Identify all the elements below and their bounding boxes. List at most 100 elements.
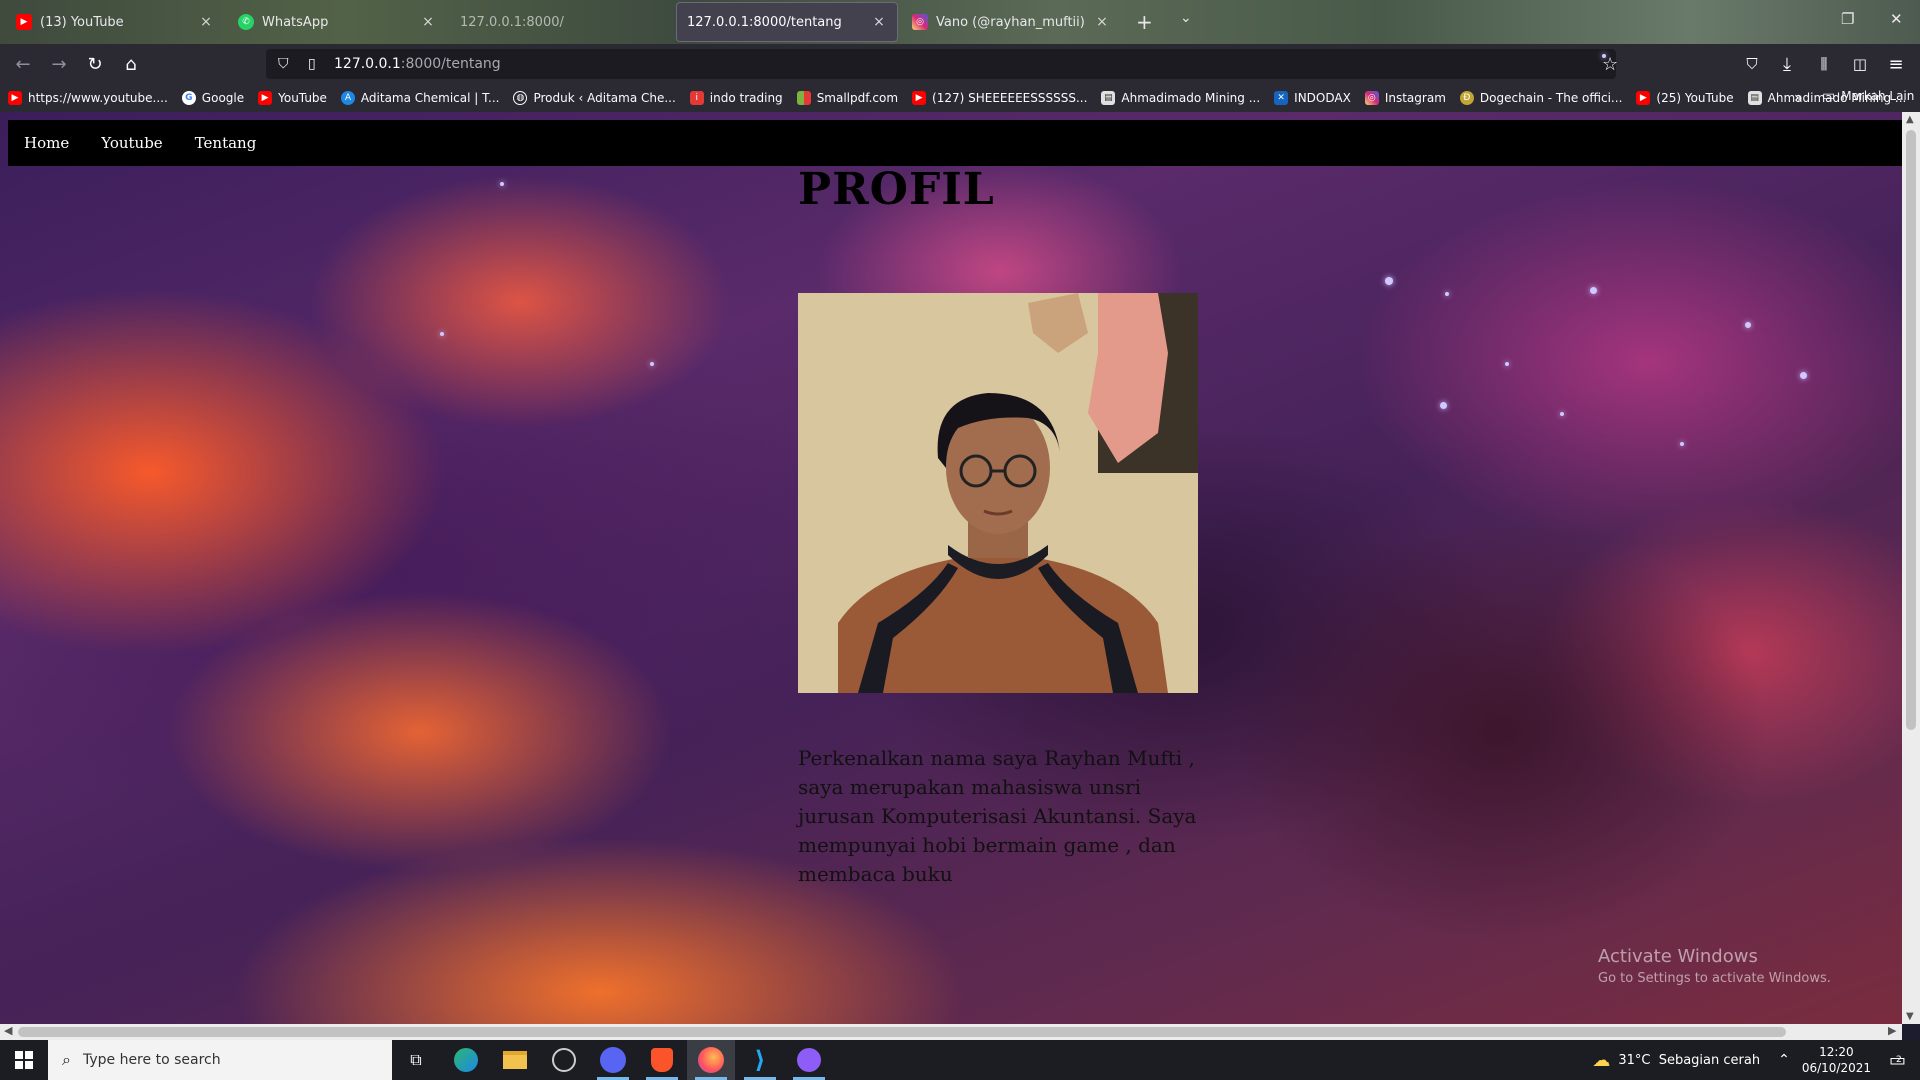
discord-icon[interactable] xyxy=(589,1040,637,1080)
obs-icon[interactable] xyxy=(540,1040,588,1080)
bookmark-item[interactable]: Smallpdf.com xyxy=(796,91,898,105)
reload-icon[interactable]: ↻ xyxy=(81,50,109,78)
github-desktop-icon[interactable] xyxy=(785,1040,833,1080)
bookmark-label: INDODAX xyxy=(1294,91,1351,105)
weather-text[interactable]: 31°C Sebagian cerah xyxy=(1618,1053,1760,1068)
bookmark-item[interactable]: ✕ INDODAX xyxy=(1274,91,1351,105)
sidebar-icon[interactable]: ◫ xyxy=(1846,50,1874,78)
notification-icon[interactable]: ▭ 2 xyxy=(1889,1050,1906,1071)
other-bookmarks[interactable]: ▭ Markah Lain xyxy=(1822,88,1914,104)
close-window-icon[interactable]: ✕ xyxy=(1890,10,1903,28)
star-decoration xyxy=(1440,402,1447,409)
tab-close-icon[interactable]: × xyxy=(871,14,887,30)
tab-label: 127.0.0.1:8000/ xyxy=(460,14,564,30)
tab-localhost[interactable]: 127.0.0.1:8000/ xyxy=(450,2,668,42)
star-decoration xyxy=(1505,362,1509,366)
tab-close-icon[interactable]: × xyxy=(198,14,214,30)
url-host: 127.0.0.1 xyxy=(334,56,401,72)
vertical-scrollbar[interactable]: ▲ ▼ xyxy=(1902,112,1920,1024)
tab-instagram[interactable]: ◎ Vano (@rayhan_muftii) • Foto d × xyxy=(902,2,1120,42)
tab-label: WhatsApp xyxy=(262,14,329,30)
tab-whatsapp[interactable]: ✆ WhatsApp × xyxy=(228,2,446,42)
restore-window-icon[interactable]: ❐ xyxy=(1841,10,1854,28)
edge-icon[interactable] xyxy=(442,1040,490,1080)
task-view-icon[interactable]: ⧉ xyxy=(392,1040,440,1080)
site-navbar: Home Youtube Tentang xyxy=(8,120,1902,166)
tab-list-icon[interactable]: ⌄ xyxy=(1180,10,1192,26)
forward-icon[interactable]: → xyxy=(45,50,73,78)
bookmark-item[interactable]: i indo trading xyxy=(689,91,783,105)
chevron-up-icon[interactable]: ⌃ xyxy=(1778,1052,1790,1068)
weather-icon[interactable]: ☁ xyxy=(1592,1050,1610,1071)
file-explorer-icon[interactable] xyxy=(491,1040,539,1080)
bookmark-item[interactable]: ▶ (127) SHEEEEEESSSSSS... xyxy=(912,91,1087,105)
vertical-scroll-thumb[interactable] xyxy=(1906,130,1916,730)
indo-trading-icon: i xyxy=(689,91,704,105)
nav-link-youtube[interactable]: Youtube xyxy=(101,134,162,152)
address-bar[interactable]: ⛉ ▯ 127.0.0.1:8000/tentang ☆ xyxy=(266,49,1618,79)
bookmark-item[interactable]: G Google xyxy=(181,91,245,105)
back-icon[interactable]: ← xyxy=(9,50,37,78)
nav-link-tentang[interactable]: Tentang xyxy=(195,134,257,152)
horizontal-scroll-thumb[interactable] xyxy=(18,1027,1786,1037)
nav-link-home[interactable]: Home xyxy=(24,134,69,152)
bookmark-item[interactable]: ◎ Instagram xyxy=(1364,91,1446,105)
tab-youtube[interactable]: ▶ (13) YouTube × xyxy=(6,2,224,42)
star-decoration xyxy=(1445,292,1449,296)
youtube-icon: ▶ xyxy=(912,91,927,105)
vscode-icon[interactable]: ⟩ xyxy=(736,1040,784,1080)
bookmark-item[interactable]: ▶ (25) YouTube xyxy=(1636,91,1734,105)
star-decoration xyxy=(1560,412,1564,416)
tab-close-icon[interactable]: × xyxy=(420,14,436,30)
url-text[interactable]: 127.0.0.1:8000/tentang xyxy=(334,56,501,72)
tab-tentang[interactable]: 127.0.0.1:8000/tentang × xyxy=(676,2,898,42)
firefox-icon[interactable] xyxy=(687,1040,735,1080)
brave-icon[interactable] xyxy=(638,1040,686,1080)
bookmark-item[interactable]: ▶ YouTube xyxy=(258,91,327,105)
search-icon: ⌕ xyxy=(62,1050,71,1069)
library-icon[interactable]: ⫼ xyxy=(1810,50,1838,78)
bookmark-item[interactable]: ▶ https://www.youtube.... xyxy=(8,91,168,105)
clock[interactable]: 12:20 06/10/2021 xyxy=(1802,1044,1871,1076)
new-tab-button[interactable]: + xyxy=(1136,10,1153,34)
bookmark-star-icon[interactable]: ☆ xyxy=(1602,54,1618,75)
scroll-down-icon[interactable]: ▼ xyxy=(1906,1011,1914,1022)
bookmark-label: Produk ‹ Aditama Che... xyxy=(533,91,676,105)
bookmark-item[interactable]: A Aditama Chemical | T... xyxy=(340,91,500,105)
clock-date: 06/10/2021 xyxy=(1801,1061,1871,1075)
scroll-right-icon[interactable]: ▶ xyxy=(1888,1024,1896,1037)
tab-label: Vano (@rayhan_muftii) • Foto d xyxy=(936,14,1088,30)
profile-photo xyxy=(798,293,1198,693)
globe-icon: ◍ xyxy=(513,91,528,105)
page-icon[interactable]: ▯ xyxy=(308,56,322,72)
bookmark-item[interactable]: ▤ Ahmadimado Mining ... xyxy=(1101,91,1260,105)
bookmark-item[interactable]: Đ Dogechain - The offici... xyxy=(1459,91,1622,105)
downloads-icon[interactable]: ⤓ xyxy=(1773,50,1801,78)
bookmarks-overflow-icon[interactable]: » xyxy=(1794,90,1803,106)
bookmark-item[interactable]: ◍ Produk ‹ Aditama Che... xyxy=(513,91,676,105)
star-decoration xyxy=(1385,277,1393,285)
windows-logo-icon xyxy=(15,1051,33,1069)
home-icon[interactable]: ⌂ xyxy=(117,50,145,78)
bookmarks-toolbar: ▶ https://www.youtube.... G Google ▶ YouTub… xyxy=(0,84,1920,112)
menu-icon[interactable]: ≡ xyxy=(1882,50,1910,78)
clock-time: 12:20 xyxy=(1819,1045,1854,1059)
watermark-title: Activate Windows xyxy=(1598,946,1758,967)
tab-strip: ▶ (13) YouTube × ✆ WhatsApp × 127.0.0.1:… xyxy=(0,0,1920,44)
scroll-up-icon[interactable]: ▲ xyxy=(1906,114,1914,125)
page-icon: ▤ xyxy=(1101,91,1116,105)
bookmark-label: Google xyxy=(201,91,245,105)
google-icon: G xyxy=(181,91,196,105)
start-button[interactable] xyxy=(0,1040,48,1080)
youtube-icon: ▶ xyxy=(8,91,22,105)
bookmark-label: Aditama Chemical | T... xyxy=(360,91,500,105)
pocket-icon[interactable]: ⛉ xyxy=(1738,50,1766,78)
taskbar-search[interactable]: ⌕ Type here to search xyxy=(48,1040,392,1080)
page-title: PROFIL xyxy=(798,164,995,215)
tab-label: 127.0.0.1:8000/tentang xyxy=(687,14,842,30)
scroll-left-icon[interactable]: ◀ xyxy=(4,1024,12,1037)
tab-close-icon[interactable]: × xyxy=(1094,14,1110,30)
horizontal-scrollbar[interactable]: ◀ ▶ xyxy=(0,1024,1902,1040)
system-tray: ☁ 31°C Sebagian cerah ⌃ 12:20 06/10/2021… xyxy=(1592,1040,1920,1080)
shield-icon[interactable]: ⛉ xyxy=(278,56,294,72)
